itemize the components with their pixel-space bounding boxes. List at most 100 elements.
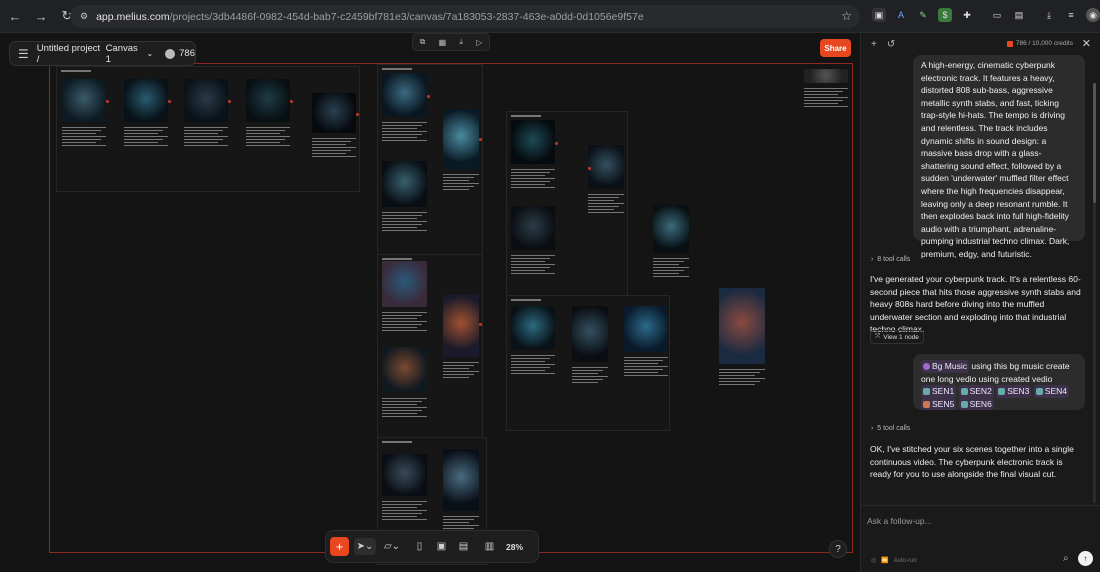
back-icon[interactable]: ← <box>4 5 26 27</box>
caption-line <box>443 371 479 372</box>
media-node[interactable] <box>312 93 356 163</box>
avatar[interactable]: ◉ <box>1086 8 1100 22</box>
media-node[interactable] <box>511 120 555 194</box>
group-header-line <box>382 441 412 443</box>
media-node[interactable] <box>443 109 479 199</box>
scrollbar-thumb[interactable] <box>1093 83 1096 203</box>
history-icon[interactable]: ↺ <box>887 39 895 50</box>
chat-scrollbar[interactable] <box>1093 83 1096 503</box>
caption-line <box>62 139 101 140</box>
caption-line <box>511 172 550 173</box>
zoom-level[interactable]: 28% <box>506 542 523 552</box>
media-node[interactable] <box>382 454 427 526</box>
browser-toolbar: ← → ↻ ⚙ app.melius.com/projects/3db4486f… <box>0 0 1100 33</box>
caption-line <box>572 382 598 383</box>
caption-line <box>124 136 168 137</box>
media-node[interactable] <box>624 306 668 382</box>
extension-icon[interactable]: A <box>894 8 908 22</box>
plus-icon[interactable]: + <box>871 39 877 50</box>
puzzle-icon[interactable]: ✚ <box>960 8 974 22</box>
close-icon[interactable]: ✕ <box>1082 37 1091 50</box>
hamburger-icon[interactable]: ☰ <box>18 47 29 61</box>
extension-icon[interactable]: ▣ <box>872 8 886 22</box>
image-icon[interactable]: ▣ <box>433 538 450 555</box>
caption-line <box>653 261 684 262</box>
caption-line <box>588 209 614 210</box>
play-icon[interactable]: ▷ <box>476 38 482 47</box>
send-button[interactable]: ↑ <box>1078 551 1093 566</box>
media-thumbnail <box>382 261 427 307</box>
caption-line <box>62 130 101 131</box>
media-node[interactable] <box>246 79 290 152</box>
canvas-area[interactable]: ☰ Untitled project / Canvas 1 ⌄ 786 ⧉ ▦ … <box>0 33 860 572</box>
caption-line <box>382 221 427 222</box>
autorun-toggle[interactable]: ◎ ⏩ Auto-run <box>871 557 917 565</box>
view-node-button[interactable]: ⤧ View 1 node <box>870 330 924 344</box>
scene-tag[interactable]: SEN2 <box>958 385 994 398</box>
media-node[interactable] <box>511 206 555 280</box>
scene-tag[interactable]: SEN1 <box>921 385 957 398</box>
media-node[interactable] <box>382 261 427 337</box>
project-title[interactable]: Untitled project / <box>37 43 102 65</box>
site-info-icon[interactable]: ⚙ <box>80 11 88 22</box>
help-button[interactable]: ? <box>829 540 847 558</box>
media-icon[interactable]: ≡ <box>1064 8 1078 22</box>
select-tool-icon[interactable]: ➤⌄ <box>354 538 376 555</box>
address-bar[interactable]: ⚙ app.melius.com/projects/3db4486f-0982-… <box>70 5 860 28</box>
caption-line <box>804 88 848 89</box>
connector-dot <box>479 138 482 141</box>
media-node[interactable] <box>443 295 479 387</box>
sidebar-icon[interactable]: ▭ <box>990 8 1004 22</box>
scene-tag[interactable]: SEN4 <box>1033 385 1069 398</box>
scene-tag[interactable]: SEN6 <box>958 397 994 411</box>
project-menu[interactable]: ☰ Untitled project / Canvas 1 ⌄ 786 <box>9 41 196 66</box>
caption-line <box>382 125 422 126</box>
attach-icon[interactable]: ⌕ <box>1063 553 1069 564</box>
file-icon[interactable]: ▯ <box>411 538 428 555</box>
media-node[interactable] <box>719 288 765 394</box>
extension-icon[interactable]: $ <box>938 8 952 22</box>
copy-icon[interactable]: ⧉ <box>420 37 426 47</box>
scene-tag[interactable]: SEN5 <box>921 397 957 411</box>
media-node[interactable] <box>62 79 106 152</box>
settings-icon[interactable]: ◎ <box>871 557 876 564</box>
connector-dot <box>228 100 231 103</box>
media-node[interactable] <box>572 306 608 392</box>
media-node[interactable] <box>443 449 479 541</box>
media-thumbnail <box>382 73 427 117</box>
download-icon[interactable]: ⤓ <box>1042 8 1056 22</box>
media-node[interactable] <box>588 145 624 219</box>
chevron-down-icon[interactable]: ⌄ <box>146 49 153 58</box>
media-node[interactable] <box>184 79 228 152</box>
scene-tag[interactable]: SEN3 <box>996 385 1032 398</box>
media-node[interactable] <box>804 69 848 113</box>
follow-up-input[interactable] <box>867 513 1067 529</box>
shape-tool-icon[interactable]: ▱⌄ <box>381 538 403 555</box>
grid-icon[interactable]: ▦ <box>439 38 447 47</box>
canvas-name[interactable]: Canvas 1 <box>106 43 144 65</box>
share-button[interactable]: Share <box>820 39 851 57</box>
caption-line <box>653 276 689 277</box>
tool-calls-toggle[interactable]: › 5 tool calls <box>871 425 910 432</box>
caption-line <box>443 525 479 526</box>
bottom-toolbar: + ➤⌄ ▱⌄ ▯ ▣ ▤ ▥ 28% <box>325 530 539 563</box>
layout-icon[interactable]: ▤ <box>455 538 472 555</box>
media-node[interactable] <box>653 205 689 283</box>
caption-line <box>511 373 555 374</box>
connector-dot <box>427 95 430 98</box>
bg-music-tag[interactable]: Bg Music <box>921 360 969 373</box>
caption-line <box>624 366 668 367</box>
extension-icon[interactable]: ✎ <box>916 8 930 22</box>
add-button[interactable]: + <box>330 537 349 556</box>
media-node[interactable] <box>382 73 427 147</box>
map-icon[interactable]: ▥ <box>481 538 498 555</box>
bookmark-star-icon[interactable]: ☆ <box>841 9 852 23</box>
media-node[interactable] <box>511 306 555 380</box>
media-node[interactable] <box>124 79 168 152</box>
media-node[interactable] <box>382 161 427 237</box>
tool-calls-toggle[interactable]: › 8 tool calls <box>871 256 910 263</box>
download-icon[interactable]: ⤓ <box>459 37 463 47</box>
media-node[interactable] <box>382 347 427 423</box>
extension-icon[interactable]: ▤ <box>1012 8 1026 22</box>
forward-icon[interactable]: → <box>30 5 52 27</box>
